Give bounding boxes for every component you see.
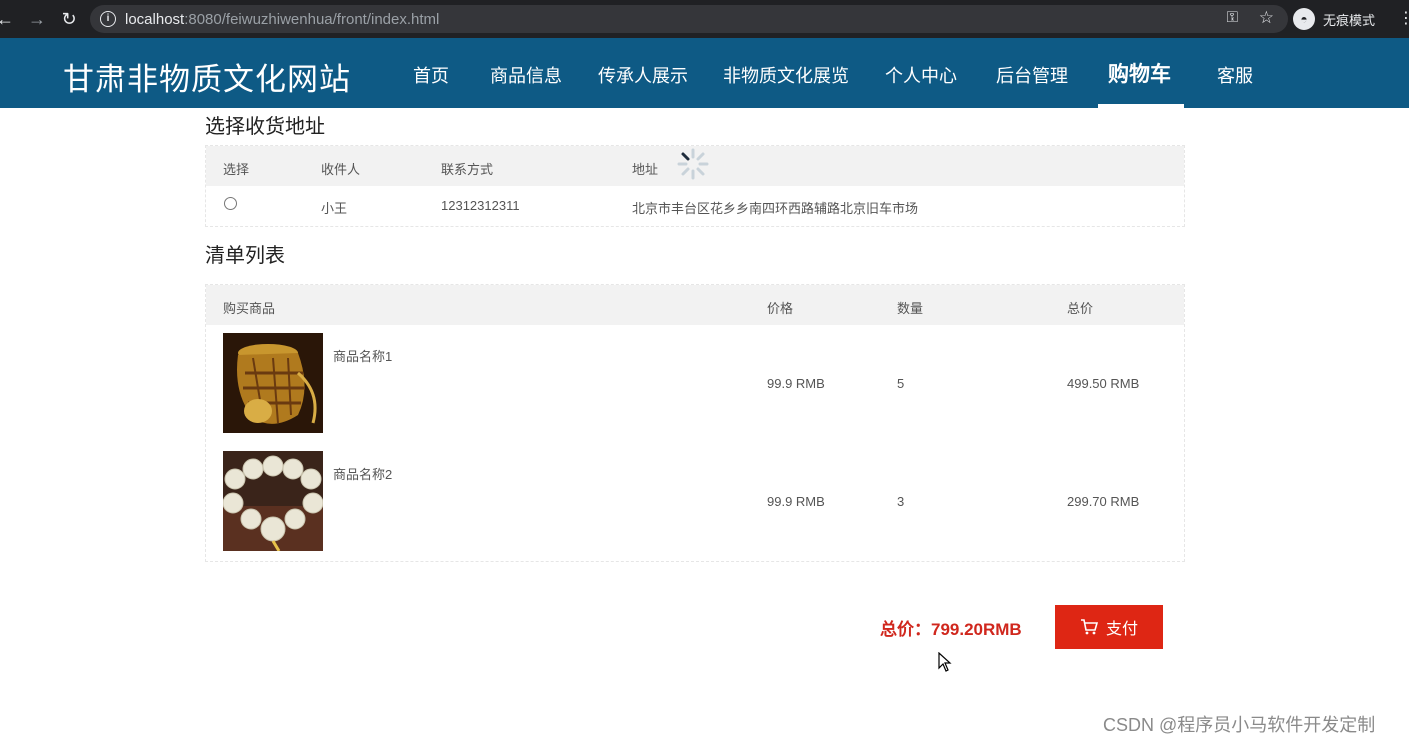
pay-button-label: 支付 bbox=[1105, 621, 1138, 638]
product-subtotal: 299.70 RMB bbox=[1067, 494, 1140, 509]
product-price: 99.9 RMB bbox=[767, 494, 825, 509]
nav-active-indicator bbox=[1098, 104, 1184, 108]
browser-menu-icon[interactable]: ⋮ bbox=[1398, 8, 1409, 28]
product-quantity: 3 bbox=[897, 494, 905, 509]
reload-icon[interactable]: ↻ bbox=[58, 8, 80, 30]
product-image-basket[interactable] bbox=[223, 333, 323, 433]
bookmark-star-icon[interactable]: ☆ bbox=[1259, 8, 1274, 28]
incognito-indicator[interactable]: ◓ 无痕模式 bbox=[1293, 7, 1375, 31]
address-section-title: 选择收货地址 bbox=[205, 116, 325, 138]
col-quantity: 数量 bbox=[897, 301, 924, 316]
recipient-name: 小王 bbox=[321, 201, 348, 216]
nav-exhibition[interactable]: 非物质文化展览 bbox=[723, 62, 849, 88]
mouse-cursor-icon bbox=[938, 652, 952, 672]
col-price: 价格 bbox=[767, 301, 794, 316]
cart-icon bbox=[1080, 619, 1098, 635]
col-subtotal: 总价 bbox=[1067, 301, 1094, 316]
product-quantity: 5 bbox=[897, 376, 905, 391]
address-radio[interactable] bbox=[224, 197, 237, 210]
loading-spinner-icon bbox=[677, 148, 709, 180]
col-phone: 联系方式 bbox=[441, 162, 494, 177]
pay-button[interactable]: 支付 bbox=[1055, 605, 1163, 649]
product-image-bracelet[interactable] bbox=[223, 451, 323, 551]
col-select: 选择 bbox=[223, 162, 250, 177]
browser-toolbar: ← → ↻ i localhost:8080/feiwuzhiwenhua/fr… bbox=[0, 0, 1409, 38]
cart-section-title: 清单列表 bbox=[205, 245, 285, 267]
cart-table: 购买商品 价格 数量 总价 商品名称1 99.9 RMB 5 499.50 RM… bbox=[205, 284, 1185, 562]
forward-arrow-icon[interactable]: → bbox=[26, 8, 48, 30]
product-name[interactable]: 商品名称2 bbox=[333, 464, 392, 483]
recipient-phone: 12312312311 bbox=[441, 198, 520, 213]
site-title: 甘肃非物质文化网站 bbox=[63, 62, 351, 97]
recipient-address: 北京市丰台区花乡乡南四环西路辅路北京旧车市场 bbox=[632, 201, 919, 216]
site-header: 甘肃非物质文化网站 首页 商品信息 传承人展示 非物质文化展览 个人中心 后台管… bbox=[0, 38, 1409, 108]
nav-products[interactable]: 商品信息 bbox=[490, 62, 562, 88]
nav-service[interactable]: 客服 bbox=[1217, 62, 1253, 88]
order-total: 总价：799.20RMB bbox=[880, 620, 1022, 639]
nav-home[interactable]: 首页 bbox=[413, 62, 449, 88]
product-name[interactable]: 商品名称1 bbox=[333, 346, 392, 365]
address-bar[interactable]: i localhost:8080/feiwuzhiwenhua/front/in… bbox=[90, 5, 1288, 33]
url-text[interactable]: localhost:8080/feiwuzhiwenhua/front/inde… bbox=[125, 11, 439, 28]
col-recipient: 收件人 bbox=[321, 162, 361, 177]
product-price: 99.9 RMB bbox=[767, 376, 825, 391]
back-arrow-icon[interactable]: ← bbox=[0, 8, 16, 30]
watermark: CSDN @程序员小马软件开发定制 bbox=[1103, 715, 1376, 735]
nav-inheritors[interactable]: 传承人展示 bbox=[598, 62, 688, 88]
nav-admin[interactable]: 后台管理 bbox=[996, 62, 1068, 88]
nav-user-center[interactable]: 个人中心 bbox=[885, 62, 957, 88]
product-subtotal: 499.50 RMB bbox=[1067, 376, 1140, 391]
incognito-icon: ◓ bbox=[1293, 8, 1315, 30]
col-address: 地址 bbox=[632, 162, 659, 177]
key-icon[interactable]: ⚿ bbox=[1227, 9, 1238, 26]
cart-table-header: 购买商品 价格 数量 总价 bbox=[206, 285, 1184, 325]
nav-cart[interactable]: 购物车 bbox=[1108, 58, 1171, 88]
col-product: 购买商品 bbox=[223, 301, 276, 316]
info-icon[interactable]: i bbox=[100, 11, 116, 27]
